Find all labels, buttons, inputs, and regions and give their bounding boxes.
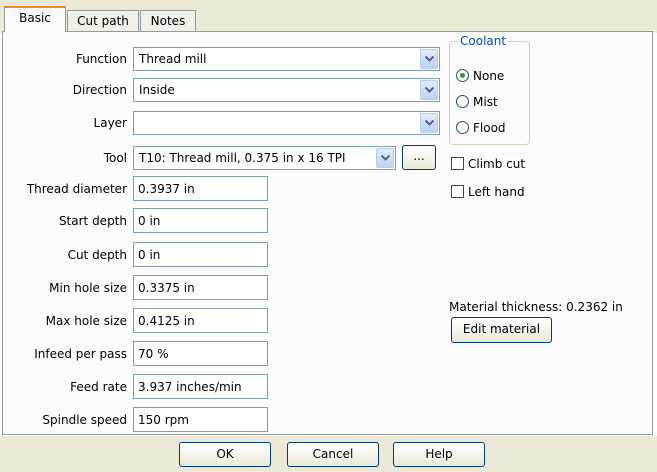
button-bar: OK Cancel Help: [0, 436, 657, 472]
start-depth-value: 0 in: [138, 214, 161, 228]
tool-select[interactable]: T10: Thread mill, 0.375 in x 16 TPI: [133, 146, 396, 170]
ok-button[interactable]: OK: [179, 442, 271, 467]
max-hole-size-label: Max hole size: [45, 314, 127, 328]
tab-notes[interactable]: Notes: [140, 10, 196, 32]
start-depth-field[interactable]: 0 in: [133, 208, 268, 233]
help-button[interactable]: Help: [393, 442, 485, 467]
material-thickness-text: Material thickness: 0.2362 in: [449, 300, 623, 314]
cut-depth-value: 0 in: [138, 248, 161, 262]
chevron-down-icon[interactable]: [376, 148, 394, 168]
coolant-flood-label: Flood: [473, 121, 506, 135]
cut-depth-field[interactable]: 0 in: [133, 242, 268, 267]
feed-rate-label: Feed rate: [70, 380, 127, 394]
edit-material-button[interactable]: Edit material: [451, 317, 552, 343]
radio-icon[interactable]: [456, 95, 469, 108]
infeed-per-pass-value: 70 %: [138, 347, 169, 361]
infeed-per-pass-field[interactable]: 70 %: [133, 341, 268, 366]
tool-label: Tool: [103, 151, 127, 165]
cancel-button[interactable]: Cancel: [287, 442, 379, 467]
radio-icon[interactable]: [456, 121, 469, 134]
coolant-mist-label: Mist: [473, 95, 498, 109]
tool-value: T10: Thread mill, 0.375 in x 16 TPI: [139, 151, 346, 165]
tab-basic[interactable]: Basic: [4, 6, 66, 32]
direction-label: Direction: [72, 83, 127, 97]
infeed-per-pass-label: Infeed per pass: [34, 347, 127, 361]
checkbox-icon[interactable]: [451, 157, 464, 170]
function-label: Function: [75, 52, 127, 66]
thread-mill-dialog: Basic Cut path Notes Function Thread mil…: [0, 0, 657, 472]
chevron-down-icon[interactable]: [420, 49, 438, 69]
radio-selected-icon[interactable]: [456, 69, 469, 82]
feed-rate-field[interactable]: 3.937 inches/min: [133, 374, 268, 399]
tab-cut-path[interactable]: Cut path: [67, 10, 139, 32]
thread-diameter-field[interactable]: 0.3937 in: [133, 176, 268, 201]
spindle-speed-field[interactable]: 150 rpm: [133, 407, 268, 432]
max-hole-size-value: 0.4125 in: [138, 314, 195, 328]
checkbox-icon[interactable]: [451, 185, 464, 198]
max-hole-size-field[interactable]: 0.4125 in: [133, 308, 268, 333]
left-hand-label: Left hand: [468, 185, 525, 199]
spindle-speed-value: 150 rpm: [138, 413, 189, 427]
climb-cut-label: Climb cut: [468, 157, 526, 171]
start-depth-label: Start depth: [58, 214, 127, 228]
thread-diameter-label: Thread diameter: [26, 182, 127, 196]
tab-strip: Basic Cut path Notes: [0, 0, 657, 33]
coolant-none-label: None: [473, 69, 505, 83]
cut-depth-label: Cut depth: [67, 248, 127, 262]
layer-label: Layer: [93, 116, 127, 130]
thread-diameter-value: 0.3937 in: [138, 182, 195, 196]
min-hole-size-value: 0.3375 in: [138, 281, 195, 295]
chevron-down-icon[interactable]: [420, 113, 438, 133]
browse-tool-button[interactable]: ...: [402, 145, 436, 170]
direction-value: Inside: [139, 83, 175, 97]
spindle-speed-label: Spindle speed: [42, 413, 127, 427]
layer-select[interactable]: [133, 111, 440, 135]
min-hole-size-label: Min hole size: [49, 281, 127, 295]
function-value: Thread mill: [139, 52, 207, 66]
coolant-group-title: Coolant: [458, 34, 509, 48]
chevron-down-icon[interactable]: [420, 80, 438, 100]
function-select[interactable]: Thread mill: [133, 47, 440, 71]
direction-select[interactable]: Inside: [133, 78, 440, 102]
feed-rate-value: 3.937 inches/min: [138, 380, 242, 394]
min-hole-size-field[interactable]: 0.3375 in: [133, 275, 268, 300]
